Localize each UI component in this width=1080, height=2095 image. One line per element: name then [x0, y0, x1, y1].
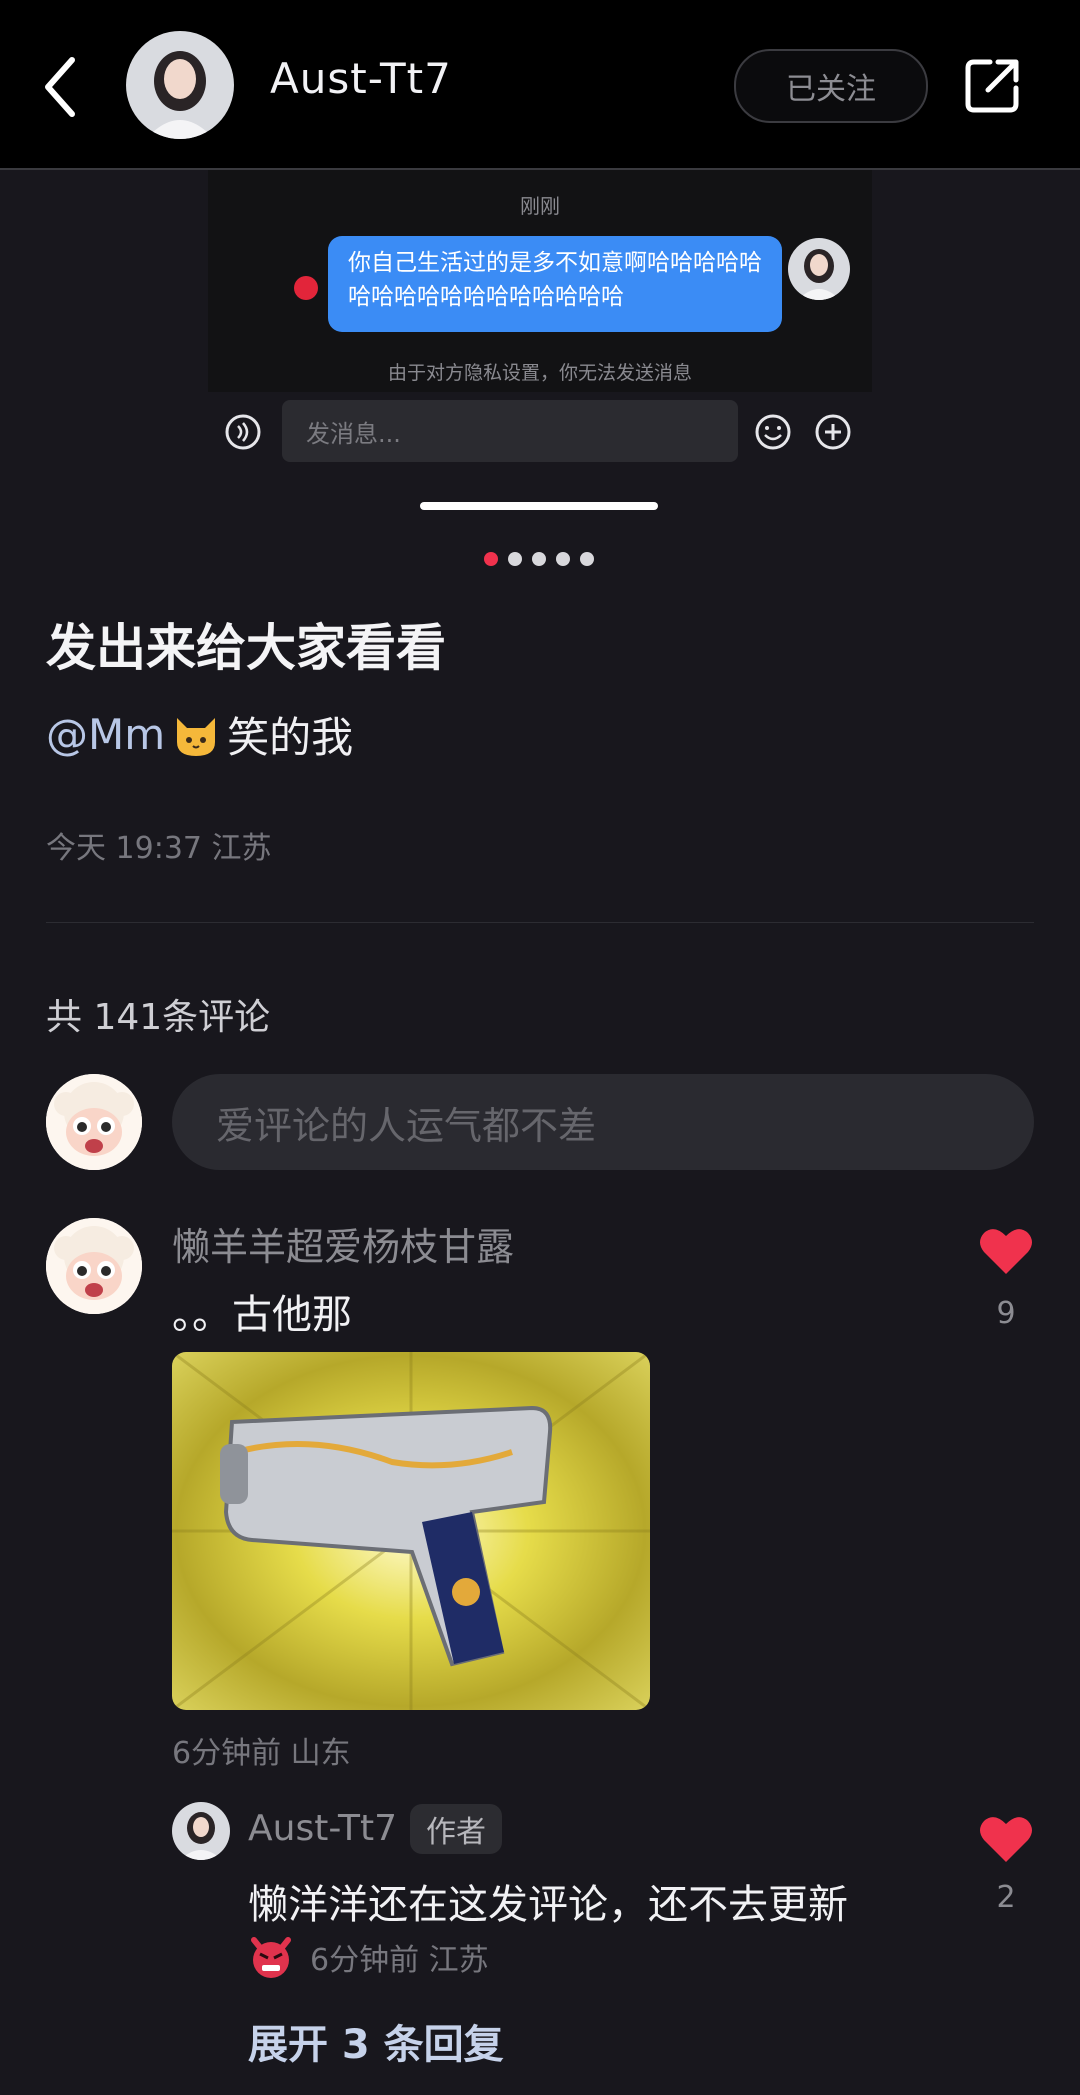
- post-title: 发出来给大家看看: [46, 619, 446, 677]
- user-mention[interactable]: @Mm: [46, 710, 165, 759]
- devil-emoji-icon: [251, 1937, 291, 1978]
- comment-input[interactable]: 爱评论的人运气都不差: [172, 1074, 1034, 1170]
- chat-timestamp: 刚刚: [520, 194, 560, 218]
- chat-bubble: 你自己生活过的是多不如意啊哈哈哈哈哈哈哈哈哈哈哈哈哈哈哈哈哈: [328, 236, 782, 332]
- reply-author-name[interactable]: Aust-Tt7: [248, 1808, 397, 1849]
- carousel-dot[interactable]: [580, 552, 594, 566]
- plus-icon: [815, 414, 851, 450]
- share-icon[interactable]: [964, 56, 1022, 114]
- comment-count: 共 141条评论: [46, 997, 271, 1038]
- reply-text: 懒洋洋还在这发评论，还不去更新: [248, 1882, 848, 1928]
- comment-meta: 6分钟前 山东: [172, 1736, 351, 1771]
- commenter-name[interactable]: 懒羊羊超爱杨枝甘露: [172, 1216, 514, 1271]
- home-indicator: [420, 502, 658, 510]
- carousel-dot[interactable]: [508, 552, 522, 566]
- carousel-dot[interactable]: [532, 552, 546, 566]
- author-name[interactable]: Aust-Tt7: [270, 54, 452, 103]
- post-body-text: 笑的我: [227, 713, 354, 762]
- expand-replies-button[interactable]: 展开 3 条回复: [248, 2012, 504, 2070]
- top-bar: Aust-Tt7 已关注: [0, 0, 1080, 170]
- comment-image[interactable]: [172, 1352, 650, 1710]
- reply-like-heart-icon[interactable]: [978, 1814, 1034, 1864]
- reply-meta-row: 6分钟前 江苏: [248, 1934, 489, 1980]
- reply-author-avatar[interactable]: [172, 1802, 230, 1860]
- voice-icon: [225, 414, 261, 450]
- commenter-avatar[interactable]: [46, 1218, 142, 1314]
- follow-button[interactable]: 已关注: [734, 49, 928, 123]
- carousel-dots[interactable]: [484, 552, 594, 566]
- post-body: @Mm 笑的我: [46, 704, 353, 765]
- cat-emoji-icon: [177, 717, 216, 756]
- post-meta: 今天 19:37 江苏: [46, 831, 272, 866]
- post-image[interactable]: 刚刚 你自己生活过的是多不如意啊哈哈哈哈哈哈哈哈哈哈哈哈哈哈哈哈哈 由于对方隐私…: [208, 170, 872, 392]
- like-count: 9: [996, 1296, 1016, 1331]
- carousel-dot[interactable]: [484, 552, 498, 566]
- my-avatar: [46, 1074, 142, 1170]
- chat-input-row: 发消息...: [220, 398, 860, 466]
- send-failed-icon: [294, 276, 318, 300]
- author-badge: 作者: [410, 1804, 502, 1854]
- chat-input: 发消息...: [282, 400, 738, 462]
- reply-like-count: 2: [996, 1880, 1016, 1915]
- privacy-note: 由于对方隐私设置，你无法发送消息: [387, 362, 692, 384]
- chat-avatar: [788, 238, 850, 300]
- back-arrow-icon[interactable]: [38, 52, 88, 122]
- like-heart-icon[interactable]: [978, 1226, 1034, 1276]
- divider: [46, 922, 1034, 923]
- carousel-dot[interactable]: [556, 552, 570, 566]
- reply-meta: 6分钟前 江苏: [310, 1943, 489, 1978]
- comment-text: 。。古他那: [172, 1292, 352, 1338]
- author-avatar[interactable]: [126, 31, 234, 139]
- emoji-icon: [755, 414, 791, 450]
